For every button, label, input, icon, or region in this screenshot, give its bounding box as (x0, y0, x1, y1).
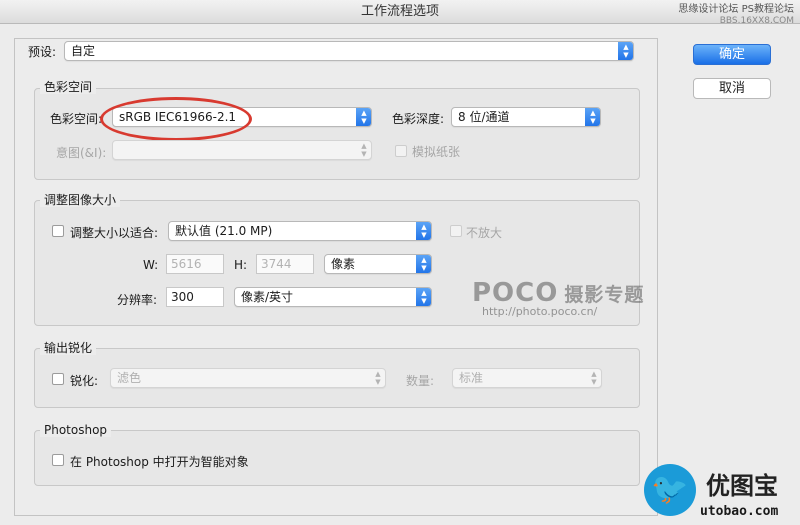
color-depth-stepper-icon: ▲ ▼ (585, 108, 600, 126)
preset-stepper-icon: ▲ ▼ (618, 42, 633, 60)
watermark-forum: 思缘设计论坛 PS教程论坛 (678, 4, 794, 15)
color-space-label: 色彩空间: (50, 112, 103, 126)
preset-value: 自定 (71, 44, 96, 58)
window-title: 工作流程选项 (360, 4, 439, 19)
resize-group-title: 调整图像大小 (40, 193, 121, 207)
fit-label: 调整大小以适合: (70, 226, 159, 240)
intent-select[interactable]: ▲ ▼ (112, 140, 372, 160)
color-depth-select[interactable]: 8 位/通道 ▲ ▼ (451, 107, 601, 127)
no-enlarge-checkbox[interactable] (450, 225, 462, 237)
site-logo-url: utobao.com (700, 504, 779, 519)
color-space-stepper-icon: ▲ ▼ (356, 108, 371, 126)
smart-object-checkbox[interactable] (52, 454, 64, 466)
intent-stepper-icon: ▲ ▼ (361, 142, 367, 158)
sharpen-select[interactable]: 滤色 ▲ ▼ (110, 368, 386, 388)
size-unit-stepper-icon: ▲ ▼ (416, 255, 431, 273)
no-enlarge-label: 不放大 (466, 226, 503, 240)
fit-select[interactable]: 默认值 (21.0 MP) ▲ ▼ (168, 221, 432, 241)
sharpen-group-title: 输出锐化 (40, 341, 97, 355)
sharpen-value: 滤色 (117, 371, 142, 385)
poco-watermark-url: http://photo.poco.cn/ (482, 305, 598, 318)
watermark-url: BBS.16XX8.COM (719, 16, 794, 26)
photoshop-group-title: Photoshop (40, 423, 112, 437)
width-label: W: (143, 258, 159, 272)
fit-value: 默认值 (21.0 MP) (175, 224, 273, 238)
resolution-unit-value: 像素/英寸 (241, 290, 294, 304)
height-field[interactable]: 3744 (256, 254, 314, 274)
height-label: H: (234, 258, 248, 272)
cancel-button[interactable]: 取消 (693, 78, 771, 99)
resolution-label: 分辨率: (117, 293, 158, 307)
simulate-paper-label: 模拟纸张 (412, 145, 461, 159)
size-unit-select[interactable]: 像素 ▲ ▼ (324, 254, 432, 274)
amount-value: 标准 (459, 371, 484, 385)
smart-object-label: 在 Photoshop 中打开为智能对象 (70, 455, 249, 469)
color-space-group-title: 色彩空间 (40, 80, 97, 94)
preset-select[interactable]: 自定 ▲ ▼ (64, 41, 634, 61)
intent-label: 意图(&I): (56, 146, 107, 160)
resolution-unit-select[interactable]: 像素/英寸 ▲ ▼ (234, 287, 432, 307)
highlight-oval (100, 97, 252, 141)
sharpen-checkbox[interactable] (52, 373, 64, 385)
color-depth-label: 色彩深度: (392, 112, 445, 126)
fit-stepper-icon: ▲ ▼ (416, 222, 431, 240)
width-field[interactable]: 5616 (166, 254, 224, 274)
amount-label: 数量: (406, 374, 435, 388)
amount-select[interactable]: 标准 ▲ ▼ (452, 368, 602, 388)
site-logo-text: 优图宝 (706, 472, 778, 500)
resolution-field[interactable]: 300 (166, 287, 224, 307)
sharpen-stepper-icon: ▲ ▼ (375, 370, 381, 386)
poco-watermark: POCO 摄影专题 (472, 278, 645, 308)
amount-stepper-icon: ▲ ▼ (591, 370, 597, 386)
sharpen-label: 锐化: (70, 374, 99, 388)
ok-button[interactable]: 确定 (693, 44, 771, 65)
simulate-paper-checkbox[interactable] (395, 145, 407, 157)
size-unit-value: 像素 (331, 257, 356, 271)
resolution-unit-stepper-icon: ▲ ▼ (416, 288, 431, 306)
preset-label: 预设: (28, 45, 57, 59)
bird-logo-icon: 🐦 (644, 464, 696, 516)
color-depth-value: 8 位/通道 (458, 110, 510, 124)
fit-checkbox[interactable] (52, 225, 64, 237)
